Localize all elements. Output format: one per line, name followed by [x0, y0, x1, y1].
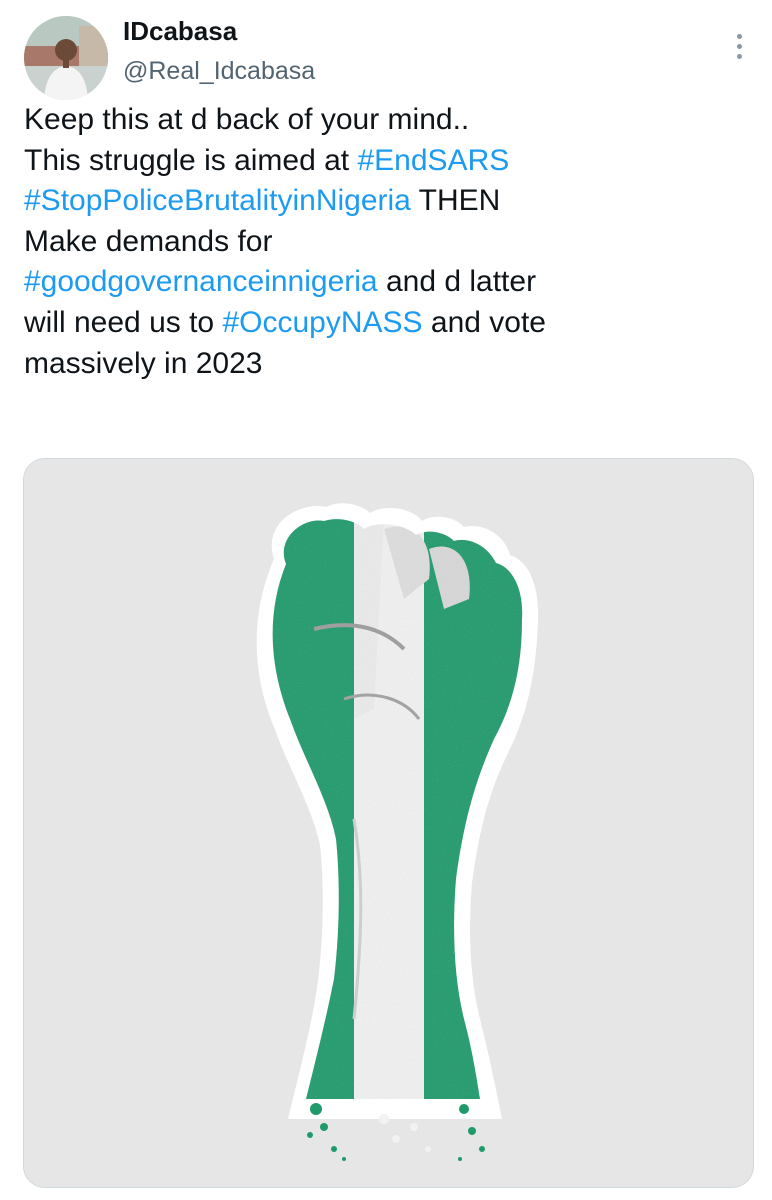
user-handle[interactable]: @Real_Idcabasa	[123, 54, 315, 88]
raised-fist-image	[24, 459, 753, 1187]
avatar-photo	[24, 16, 108, 100]
hashtag-link[interactable]: #goodgovernanceinnigeria	[24, 265, 378, 298]
tweet: IDcabasa @Real_Idcabasa Keep this at d b…	[0, 0, 772, 1200]
tweet-image[interactable]	[23, 458, 754, 1188]
tweet-text: Keep this at d back of your mind.. This …	[24, 100, 744, 384]
tweet-header: IDcabasa @Real_Idcabasa	[24, 12, 752, 100]
display-name[interactable]: IDcabasa	[123, 14, 237, 48]
hashtag-link[interactable]: #OccupyNASS	[222, 306, 422, 339]
hashtag-link[interactable]: #StopPoliceBrutalityinNigeria	[24, 184, 411, 217]
more-vertical-icon[interactable]	[728, 26, 752, 66]
hashtag-link[interactable]: #EndSARS	[357, 144, 509, 177]
avatar[interactable]	[24, 16, 108, 100]
